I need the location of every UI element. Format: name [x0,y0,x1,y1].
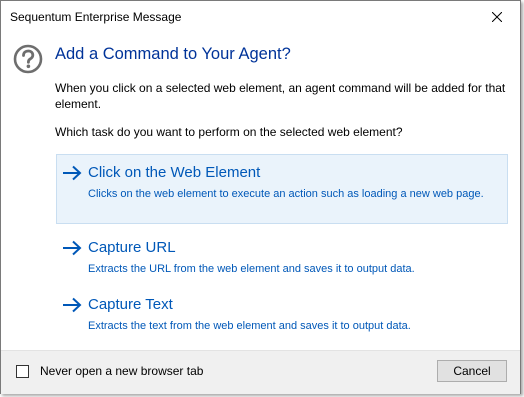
close-button[interactable] [474,1,520,32]
dialog-question: Which task do you want to perform on the… [55,125,403,139]
arrow-right-icon [63,297,82,313]
dialog-footer: Never open a new browser tab Cancel [1,350,520,394]
dialog-window: Sequentum Enterprise Message Add a Comma… [0,0,521,394]
cancel-button[interactable]: Cancel [437,360,507,382]
checkbox-label[interactable]: Never open a new browser tab [40,364,203,378]
option-title: Capture URL [88,239,176,256]
option-click-web-element[interactable]: Click on the Web Element Clicks on the w… [56,154,508,224]
window-title: Sequentum Enterprise Message [10,10,182,24]
arrow-right-icon [63,165,82,181]
option-capture-text[interactable]: Capture Text Extracts the text from the … [56,286,508,356]
option-title: Click on the Web Element [88,164,261,181]
never-open-tab-checkbox[interactable] [16,365,29,378]
option-subtitle: Extracts the URL from the web element an… [88,263,415,275]
option-title: Capture Text [88,296,173,313]
option-subtitle: Clicks on the web element to execute an … [88,188,484,200]
title-bar: Sequentum Enterprise Message [1,1,520,33]
dialog-description: When you click on a selected web element… [55,81,506,111]
arrow-right-icon [63,240,82,256]
option-subtitle: Extracts the text from the web element a… [88,320,411,332]
dialog-heading: Add a Command to Your Agent? [55,45,291,63]
help-icon [13,44,43,74]
close-icon [492,11,502,22]
